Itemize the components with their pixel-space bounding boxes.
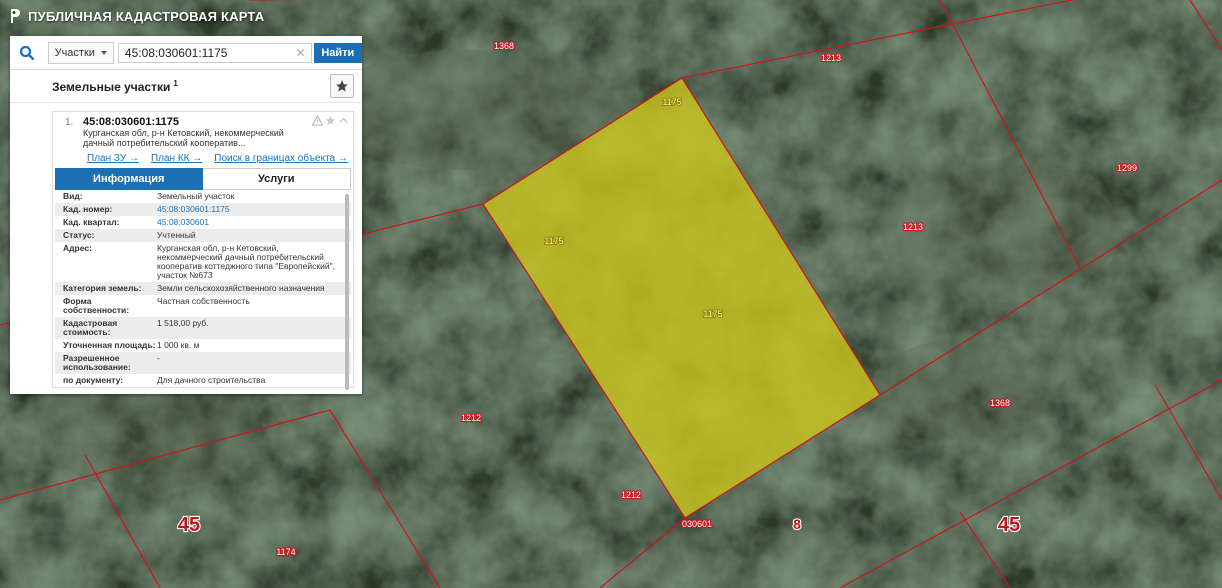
detail-key: Кадастровая стоимость: [63, 318, 118, 337]
favorite-button[interactable] [330, 74, 354, 98]
detail-key: Форма собственности: [63, 296, 130, 315]
detail-key: по документу: [63, 375, 124, 385]
tab-services[interactable]: Услуги [202, 168, 351, 190]
app-title: ПУБЛИЧНАЯ КАДАСТРОВАЯ КАРТА [28, 8, 265, 24]
label-1212-left: 1212 [461, 413, 481, 423]
label-1299: 1299 [1117, 163, 1137, 173]
label-1175-center: 1175 [703, 309, 722, 319]
tab-info[interactable]: Информация [55, 168, 203, 190]
logo-icon [11, 9, 20, 23]
detail-value: Учтенный [157, 230, 196, 240]
detail-key: Уточненная площадь: [63, 340, 156, 350]
detail-row: Форма собственности: Частная собственност… [55, 295, 351, 317]
label-8: 8 [793, 516, 801, 532]
detail-row: Кад. квартал: 45:08:030601 [55, 216, 351, 229]
clear-icon[interactable]: ✕ [296, 46, 306, 60]
result-card: 1. 45:08:030601:1175 Курганская обл, р-н… [52, 111, 354, 390]
detail-value: Земли сельскохозяйственного назначения [157, 283, 325, 293]
detail-key: Разрешенное использование: [63, 353, 131, 372]
detail-value: Земельный участок [157, 191, 235, 201]
label-1212-bottom: 1212 [621, 490, 641, 500]
detail-key: Кад. номер: [63, 204, 113, 214]
results-title: Земельные участки 1 [52, 78, 178, 94]
result-actions [312, 115, 349, 126]
detail-row: по документу: Для дачного строительства [55, 374, 351, 387]
detail-value: Для дачного строительства [157, 375, 266, 385]
label-1368-top: 1368 [494, 41, 514, 51]
detail-value: 1 518,00 руб. [157, 318, 209, 328]
label-030601: 030601 [682, 519, 712, 529]
scrollbar[interactable] [345, 194, 349, 390]
detail-table: Вид: Земельный участок Кад. номер: 45:08:03… [55, 190, 351, 390]
warning-icon[interactable] [312, 115, 323, 126]
label-45-left: 45 [178, 514, 200, 536]
detail-row: Уточненная площадь: 1 000 кв. м [55, 339, 351, 352]
detail-key: Вид: [63, 191, 83, 201]
detail-row: Адрес: Курганская обл, р-н Кетовский, нек… [55, 242, 351, 282]
label-45-right: 45 [998, 514, 1020, 536]
detail-row: Вид: Земельный участок [55, 190, 351, 203]
detail-key: Кад. квартал: [63, 217, 120, 227]
object-type-dropdown[interactable]: Участки [47, 41, 114, 64]
result-cadastral-number: 45:08:030601:1175 [83, 116, 180, 128]
results-header: Земельные участки 1 [10, 70, 362, 103]
label-1174: 1174 [276, 547, 295, 557]
search-query: 45:08:030601:1175 [124, 45, 228, 60]
detail-tabs: Информация Услуги [55, 168, 351, 190]
search-bounds-link[interactable]: Поиск в границах объекта → [214, 153, 348, 164]
search-icon[interactable] [10, 36, 44, 69]
detail-value: Частная собственность [157, 296, 250, 306]
detail-row: Разрешенное использование: - [55, 352, 351, 374]
label-1368-right: 1368 [990, 398, 1010, 408]
result-address: Курганская обл, р-н Кетовский, некоммерч… [83, 128, 284, 148]
detail-value[interactable]: 45:08:030601:1175 [157, 205, 351, 214]
detail-row: Категория земель: Земли сельскохозяйствен… [55, 282, 351, 295]
app-header: ПУБЛИЧНАЯ КАДАСТРОВАЯ КАРТА [8, 8, 264, 24]
detail-key: Категория земель: [63, 283, 142, 293]
detail-row: Кадастровая стоимость: 1 518,00 руб. [55, 317, 351, 339]
label-1213-mid: 1213 [903, 222, 923, 232]
plan-zu-link[interactable]: План ЗУ → [87, 153, 139, 164]
search-input[interactable]: 45:08:030601:1175 ✕ [117, 42, 312, 63]
label-1213-top: 1213 [821, 53, 841, 63]
star-icon [336, 80, 348, 92]
detail-value[interactable]: 45:08:030601 [157, 218, 351, 227]
detail-key: Статус: [63, 230, 95, 240]
result-number: 1. [65, 117, 74, 128]
detail-value: 1 000 кв. м [157, 340, 200, 350]
result-item[interactable]: 1. 45:08:030601:1175 Курганская обл, р-н… [53, 112, 353, 150]
plan-kk-link[interactable]: План КК → [151, 153, 202, 164]
detail-key: Адрес: [63, 243, 92, 253]
find-button[interactable]: Найти [313, 42, 362, 63]
chevron-down-icon [100, 50, 107, 55]
detail-value: - [157, 353, 160, 363]
detail-row: Кад. номер: 45:08:030601:1175 [55, 203, 351, 216]
detail-row: Статус: Учтенный [55, 229, 351, 242]
results-count: 1 [173, 78, 178, 88]
star-outline-icon[interactable] [325, 115, 336, 126]
label-1175-top: 1175 [662, 97, 681, 107]
detail-value: Курганская обл, р-н Кетовский, некоммерч… [157, 243, 335, 280]
chevron-up-icon[interactable] [338, 115, 349, 126]
label-1175-left: 1175 [544, 236, 563, 246]
result-links: План ЗУ → План КК → Поиск в границах объ… [53, 150, 353, 168]
search-bar: Участки 45:08:030601:1175 ✕ Найти [10, 36, 362, 70]
search-panel: Участки 45:08:030601:1175 ✕ Найти Земель… [10, 36, 362, 394]
object-type-label: Участки [54, 46, 95, 59]
